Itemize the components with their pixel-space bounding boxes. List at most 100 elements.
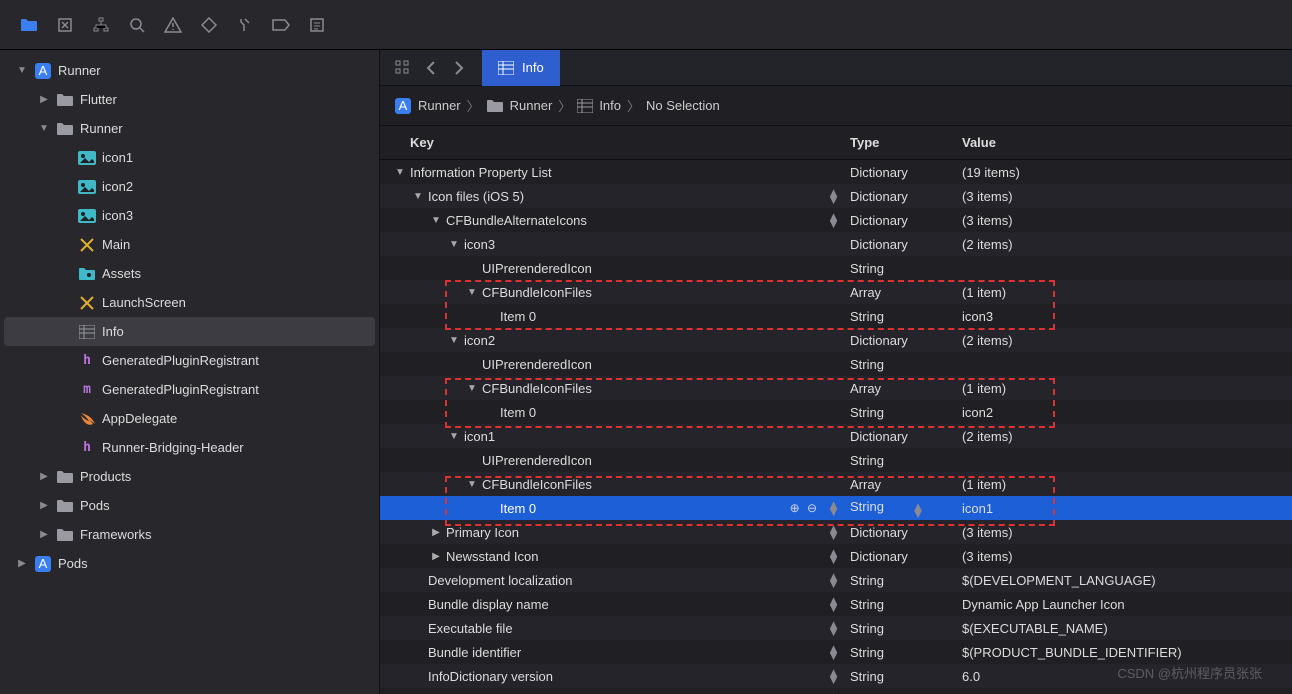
debug-icon[interactable] [234, 14, 256, 36]
type-stepper-icon[interactable]: ▲▼ [912, 503, 925, 517]
stepper-icon[interactable]: ▲▼ [827, 549, 840, 563]
breakpoint-icon[interactable] [270, 14, 292, 36]
plist-value[interactable]: $(EXECUTABLE_NAME) [962, 621, 1292, 636]
plist-value[interactable]: $(DEVELOPMENT_LANGUAGE) [962, 573, 1292, 588]
stepper-icon[interactable]: ▲▼ [827, 645, 840, 659]
plist-value[interactable]: $(PRODUCT_BUNDLE_IDENTIFIER) [962, 645, 1292, 660]
plist-value[interactable]: (2 items) [962, 429, 1292, 444]
test-icon[interactable] [198, 14, 220, 36]
column-value[interactable]: Value [962, 135, 1292, 150]
nav-forward-icon[interactable] [448, 57, 470, 79]
sidebar-item-info[interactable]: Info [4, 317, 375, 346]
stepper-icon[interactable]: ▲▼ [827, 525, 840, 539]
breadcrumb-segment[interactable]: Info [599, 98, 621, 113]
disclosure-icon[interactable]: ▶ [430, 551, 442, 562]
plist-row[interactable]: ▶Primary Icon▲▼Dictionary(3 items) [380, 520, 1292, 544]
plist-value[interactable]: (2 items) [962, 333, 1292, 348]
plist-row[interactable]: ▼CFBundleIconFilesArray(1 item) [380, 376, 1292, 400]
stepper-icon[interactable]: ▲▼ [827, 213, 840, 227]
plist-value[interactable]: (1 item) [962, 381, 1292, 396]
breadcrumb-segment[interactable]: No Selection [646, 98, 720, 113]
plist-value[interactable]: icon1 [962, 501, 1292, 516]
plist-value[interactable]: (3 items) [962, 549, 1292, 564]
disclosure-icon[interactable]: ▼ [466, 479, 478, 490]
breadcrumb-segment[interactable]: Runner [510, 98, 553, 113]
column-type[interactable]: Type [850, 135, 962, 150]
sidebar-item-runner[interactable]: ▼ARunner [4, 56, 375, 85]
disclosure-icon[interactable]: ▼ [38, 123, 50, 134]
sidebar-item-runner[interactable]: ▼Runner [4, 114, 375, 143]
plist-row[interactable]: Item 0⊕ ⊖▲▼String ▲▼icon1 [380, 496, 1292, 520]
related-items-icon[interactable] [392, 57, 414, 79]
plist-value[interactable]: (1 item) [962, 285, 1292, 300]
plist-row[interactable]: Bundle name▲▼Stringdynamic_app_launcher_… [380, 688, 1292, 694]
folder-icon[interactable] [18, 14, 40, 36]
source-control-icon[interactable] [54, 14, 76, 36]
breadcrumb-segment[interactable]: Runner [418, 98, 461, 113]
sidebar-item-icon1[interactable]: icon1 [4, 143, 375, 172]
sidebar-item-icon3[interactable]: icon3 [4, 201, 375, 230]
column-key[interactable]: Key [380, 135, 850, 150]
stepper-icon[interactable]: ▲▼ [827, 621, 840, 635]
sidebar-item-appdelegate[interactable]: AppDelegate [4, 404, 375, 433]
plist-value[interactable]: icon2 [962, 405, 1292, 420]
plist-row[interactable]: UIPrerenderedIconString [380, 448, 1292, 472]
disclosure-icon[interactable]: ▶ [38, 94, 50, 105]
disclosure-icon[interactable]: ▼ [448, 335, 460, 346]
report-icon[interactable] [306, 14, 328, 36]
sidebar-item-main[interactable]: Main [4, 230, 375, 259]
plist-row[interactable]: UIPrerenderedIconString [380, 352, 1292, 376]
plist-row[interactable]: ▼Information Property ListDictionary(19 … [380, 160, 1292, 184]
hierarchy-icon[interactable] [90, 14, 112, 36]
plist-row[interactable]: Development localization▲▼String$(DEVELO… [380, 568, 1292, 592]
sidebar-item-icon2[interactable]: icon2 [4, 172, 375, 201]
disclosure-icon[interactable]: ▼ [16, 65, 28, 76]
plist-row[interactable]: Bundle identifier▲▼String$(PRODUCT_BUNDL… [380, 640, 1292, 664]
add-remove-icon[interactable]: ⊕ ⊖ [790, 501, 819, 515]
disclosure-icon[interactable]: ▶ [38, 500, 50, 511]
disclosure-icon[interactable]: ▼ [412, 191, 424, 202]
tab-info[interactable]: Info [482, 50, 560, 86]
stepper-icon[interactable]: ▲▼ [827, 669, 840, 683]
plist-row[interactable]: Item 0Stringicon2 [380, 400, 1292, 424]
disclosure-icon[interactable]: ▼ [466, 287, 478, 298]
plist-row[interactable]: ▼icon2Dictionary(2 items) [380, 328, 1292, 352]
plist-row[interactable]: ▶Newsstand Icon▲▼Dictionary(3 items) [380, 544, 1292, 568]
plist-body[interactable]: ▼Information Property ListDictionary(19 … [380, 160, 1292, 694]
disclosure-icon[interactable]: ▶ [38, 529, 50, 540]
disclosure-icon[interactable]: ▼ [430, 215, 442, 226]
stepper-icon[interactable]: ▲▼ [827, 597, 840, 611]
plist-row[interactable]: ▼CFBundleIconFilesArray(1 item) [380, 280, 1292, 304]
plist-row[interactable]: ▼icon3Dictionary(2 items) [380, 232, 1292, 256]
sidebar-item-assets[interactable]: Assets [4, 259, 375, 288]
plist-row[interactable]: Item 0Stringicon3 [380, 304, 1292, 328]
plist-row[interactable]: Bundle display name▲▼StringDynamic App L… [380, 592, 1292, 616]
stepper-icon[interactable]: ▲▼ [827, 189, 840, 203]
sidebar-item-products[interactable]: ▶Products [4, 462, 375, 491]
plist-value[interactable]: icon3 [962, 309, 1292, 324]
plist-value[interactable]: (3 items) [962, 525, 1292, 540]
disclosure-icon[interactable]: ▶ [16, 558, 28, 569]
nav-back-icon[interactable] [420, 57, 442, 79]
sidebar-item-runner-bridging-header[interactable]: hRunner-Bridging-Header [4, 433, 375, 462]
plist-value[interactable]: Dynamic App Launcher Icon [962, 597, 1292, 612]
sidebar-item-pods[interactable]: ▶APods [4, 549, 375, 578]
stepper-icon[interactable]: ▲▼ [827, 573, 840, 587]
plist-row[interactable]: ▼CFBundleAlternateIcons▲▼Dictionary(3 it… [380, 208, 1292, 232]
sidebar-item-generatedpluginregistrant[interactable]: hGeneratedPluginRegistrant [4, 346, 375, 375]
disclosure-icon[interactable]: ▶ [38, 471, 50, 482]
plist-value[interactable]: (3 items) [962, 213, 1292, 228]
search-icon[interactable] [126, 14, 148, 36]
disclosure-icon[interactable]: ▼ [448, 431, 460, 442]
plist-row[interactable]: ▼icon1Dictionary(2 items) [380, 424, 1292, 448]
stepper-icon[interactable]: ▲▼ [827, 501, 840, 515]
disclosure-icon[interactable]: ▼ [448, 239, 460, 250]
plist-value[interactable]: (19 items) [962, 165, 1292, 180]
plist-row[interactable]: ▼CFBundleIconFilesArray(1 item) [380, 472, 1292, 496]
plist-value[interactable]: (1 item) [962, 477, 1292, 492]
plist-row[interactable]: UIPrerenderedIconString [380, 256, 1292, 280]
sidebar-item-frameworks[interactable]: ▶Frameworks [4, 520, 375, 549]
disclosure-icon[interactable]: ▼ [394, 167, 406, 178]
breadcrumb[interactable]: ARunner〉Runner〉Info〉No Selection [380, 86, 1292, 126]
warning-icon[interactable] [162, 14, 184, 36]
